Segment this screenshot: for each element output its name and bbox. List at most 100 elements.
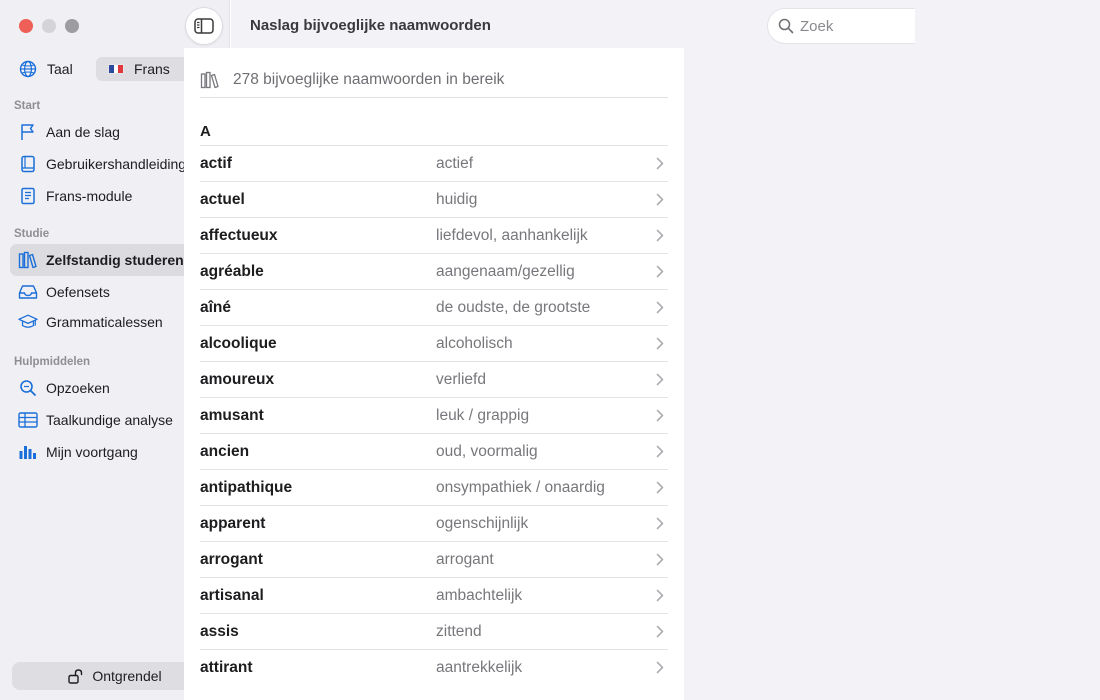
dutch-translation: arrogant <box>436 550 494 568</box>
search-icon <box>778 18 794 34</box>
chevron-right-icon <box>652 445 668 458</box>
dutch-translation: ambachtelijk <box>436 586 523 604</box>
list-item[interactable]: antipathique onsympathiek / onaardig <box>200 469 668 505</box>
sidebar-icon <box>194 18 214 34</box>
french-adjective: antipathique <box>200 478 293 496</box>
list-item[interactable]: alcoolique alcoholisch <box>200 325 668 361</box>
dutch-translation: aangenaam/gezellig <box>436 262 575 280</box>
chevron-right-icon <box>652 589 668 602</box>
page-title: Naslag bijvoeglijke naamwoorden <box>250 17 491 34</box>
right-pane <box>915 0 1100 700</box>
french-adjective: actuel <box>200 190 245 208</box>
module-icon <box>18 186 38 206</box>
list-item[interactable]: amoureux verliefd <box>200 361 668 397</box>
chevron-right-icon <box>652 661 668 674</box>
chevron-right-icon <box>652 517 668 530</box>
sidebar-item-label: Frans-module <box>46 188 133 204</box>
sidebar-item-label: Taalkundige analyse <box>46 412 173 428</box>
letter-section-header: A <box>200 123 211 140</box>
french-adjective: apparent <box>200 514 266 532</box>
chevron-right-icon <box>652 157 668 170</box>
dutch-translation: zittend <box>436 622 482 640</box>
globe-icon <box>18 59 38 79</box>
graduation-cap-icon <box>18 312 38 332</box>
list-item[interactable]: actuel huidig <box>200 181 668 217</box>
french-adjective: agréable <box>200 262 264 280</box>
french-adjective: attirant <box>200 658 253 676</box>
sidebar-item-label: Mijn voortgang <box>46 444 138 460</box>
chevron-right-icon <box>652 265 668 278</box>
french-adjective: amoureux <box>200 370 275 388</box>
dutch-translation: oud, voormalig <box>436 442 538 460</box>
chevron-right-icon <box>652 553 668 566</box>
table-icon <box>18 410 38 430</box>
tray-icon <box>18 282 38 302</box>
dutch-translation: aantrekkelijk <box>436 658 523 676</box>
list-item[interactable]: aîné de oudste, de grootste <box>200 289 668 325</box>
magnifier-icon <box>18 378 38 398</box>
chevron-right-icon <box>652 481 668 494</box>
section-title-studie: Studie <box>14 228 50 240</box>
french-adjective: ancien <box>200 442 250 460</box>
adjective-list-panel: 278 bijvoeglijke naamwoorden in bereik A… <box>184 48 684 700</box>
books-icon <box>200 71 220 89</box>
list-item[interactable]: apparent ogenschijnlijk <box>200 505 668 541</box>
dutch-translation: alcoholisch <box>436 334 513 352</box>
book-icon <box>18 154 38 174</box>
chevron-right-icon <box>652 625 668 638</box>
sidebar-item-label: Opzoeken <box>46 380 110 396</box>
list-item[interactable]: arrogant arrogant <box>200 541 668 577</box>
french-adjective: aîné <box>200 298 232 316</box>
sidebar-item-label: Gebruikershandleiding <box>46 156 187 172</box>
list-item[interactable]: ancien oud, voormalig <box>200 433 668 469</box>
dutch-translation: ogenschijnlijk <box>436 514 529 532</box>
adjective-list: actif actief actuel huidig affectueux liefdev… <box>200 145 668 685</box>
library-icon <box>18 250 38 270</box>
dutch-translation: de oudste, de grootste <box>436 298 591 316</box>
sidebar-item-label: Aan de slag <box>46 124 120 140</box>
list-item[interactable]: assis zittend <box>200 613 668 649</box>
sidebar-item-label: Grammaticalessen <box>46 314 163 330</box>
count-row: 278 bijvoeglijke naamwoorden in bereik <box>200 62 668 98</box>
dutch-translation: onsympathiek / onaardig <box>436 478 605 496</box>
list-item[interactable]: amusant leuk / grappig <box>200 397 668 433</box>
chevron-right-icon <box>652 373 668 386</box>
list-item[interactable]: affectueux liefdevol, aanhankelijk <box>200 217 668 253</box>
french-adjective: affectueux <box>200 226 278 244</box>
adjective-count-text: 278 bijvoeglijke naamwoorden in bereik <box>233 70 505 88</box>
french-adjective: assis <box>200 622 239 640</box>
dutch-translation: verliefd <box>436 370 486 388</box>
french-adjective: actif <box>200 154 232 172</box>
dutch-translation: leuk / grappig <box>436 406 530 424</box>
french-adjective: arrogant <box>200 550 263 568</box>
french-adjective: artisanal <box>200 586 264 604</box>
french-adjective: amusant <box>200 406 264 424</box>
chevron-right-icon <box>652 337 668 350</box>
chevron-right-icon <box>652 301 668 314</box>
french-flag-icon <box>108 64 124 74</box>
dutch-translation: huidig <box>436 190 478 208</box>
list-item[interactable]: attirant aantrekkelijk <box>200 649 668 685</box>
sidebar-toggle-button[interactable] <box>185 7 223 45</box>
sidebar-item-label: Oefensets <box>46 284 110 300</box>
window-controls <box>19 19 79 33</box>
unlock-icon <box>68 668 84 684</box>
minimize-window-button[interactable] <box>42 19 56 33</box>
flag-icon <box>18 122 38 142</box>
dutch-translation: liefdevol, aanhankelijk <box>436 226 588 244</box>
chevron-right-icon <box>652 409 668 422</box>
french-adjective: alcoolique <box>200 334 277 352</box>
section-title-hulpmiddelen: Hulpmiddelen <box>14 356 91 368</box>
close-window-button[interactable] <box>19 19 33 33</box>
list-item[interactable]: actif actief <box>200 145 668 181</box>
unlock-button-label: Ontgrendel <box>92 668 162 684</box>
chevron-right-icon <box>652 229 668 242</box>
zoom-window-button[interactable] <box>65 19 79 33</box>
sidebar-item-label: Zelfstandig studeren <box>46 252 184 268</box>
chevron-right-icon <box>652 193 668 206</box>
list-item[interactable]: agréable aangenaam/gezellig <box>200 253 668 289</box>
section-title-start: Start <box>14 100 41 112</box>
bar-chart-icon <box>18 442 38 462</box>
dutch-translation: actief <box>436 154 474 172</box>
list-item[interactable]: artisanal ambachtelijk <box>200 577 668 613</box>
